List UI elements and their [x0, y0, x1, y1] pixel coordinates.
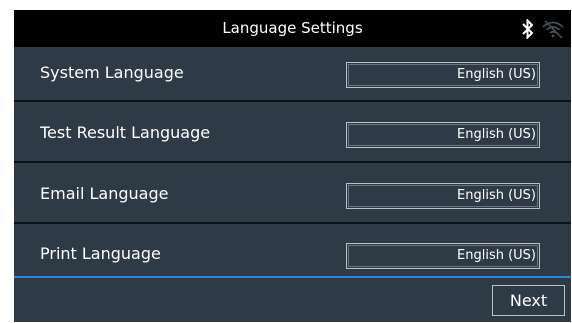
setting-label: Email Language: [40, 184, 169, 203]
setting-row-system-language[interactable]: System Language English (US): [14, 43, 571, 103]
print-language-select[interactable]: English (US): [346, 243, 540, 269]
bluetooth-icon: [521, 19, 535, 39]
next-button[interactable]: Next: [492, 285, 565, 316]
status-icons: [521, 14, 565, 44]
test-result-language-select[interactable]: English (US): [346, 122, 540, 148]
wifi-off-icon: [541, 19, 565, 39]
system-language-select[interactable]: English (US): [346, 62, 540, 88]
setting-label: Test Result Language: [40, 123, 211, 142]
footer-accent-line: [14, 276, 571, 278]
setting-label: System Language: [40, 63, 184, 82]
setting-row-print-language[interactable]: Print Language English (US): [14, 224, 571, 284]
title-bar: Language Settings: [14, 10, 571, 47]
page-title: Language Settings: [222, 19, 363, 37]
setting-row-test-result-language[interactable]: Test Result Language English (US): [14, 103, 571, 163]
language-settings-screen: Language Settings System Language Englis…: [14, 10, 571, 322]
setting-label: Print Language: [40, 244, 161, 263]
row-divider: [14, 100, 571, 102]
setting-row-email-language[interactable]: Email Language English (US): [14, 164, 571, 224]
row-divider: [14, 161, 571, 163]
email-language-select[interactable]: English (US): [346, 183, 540, 209]
